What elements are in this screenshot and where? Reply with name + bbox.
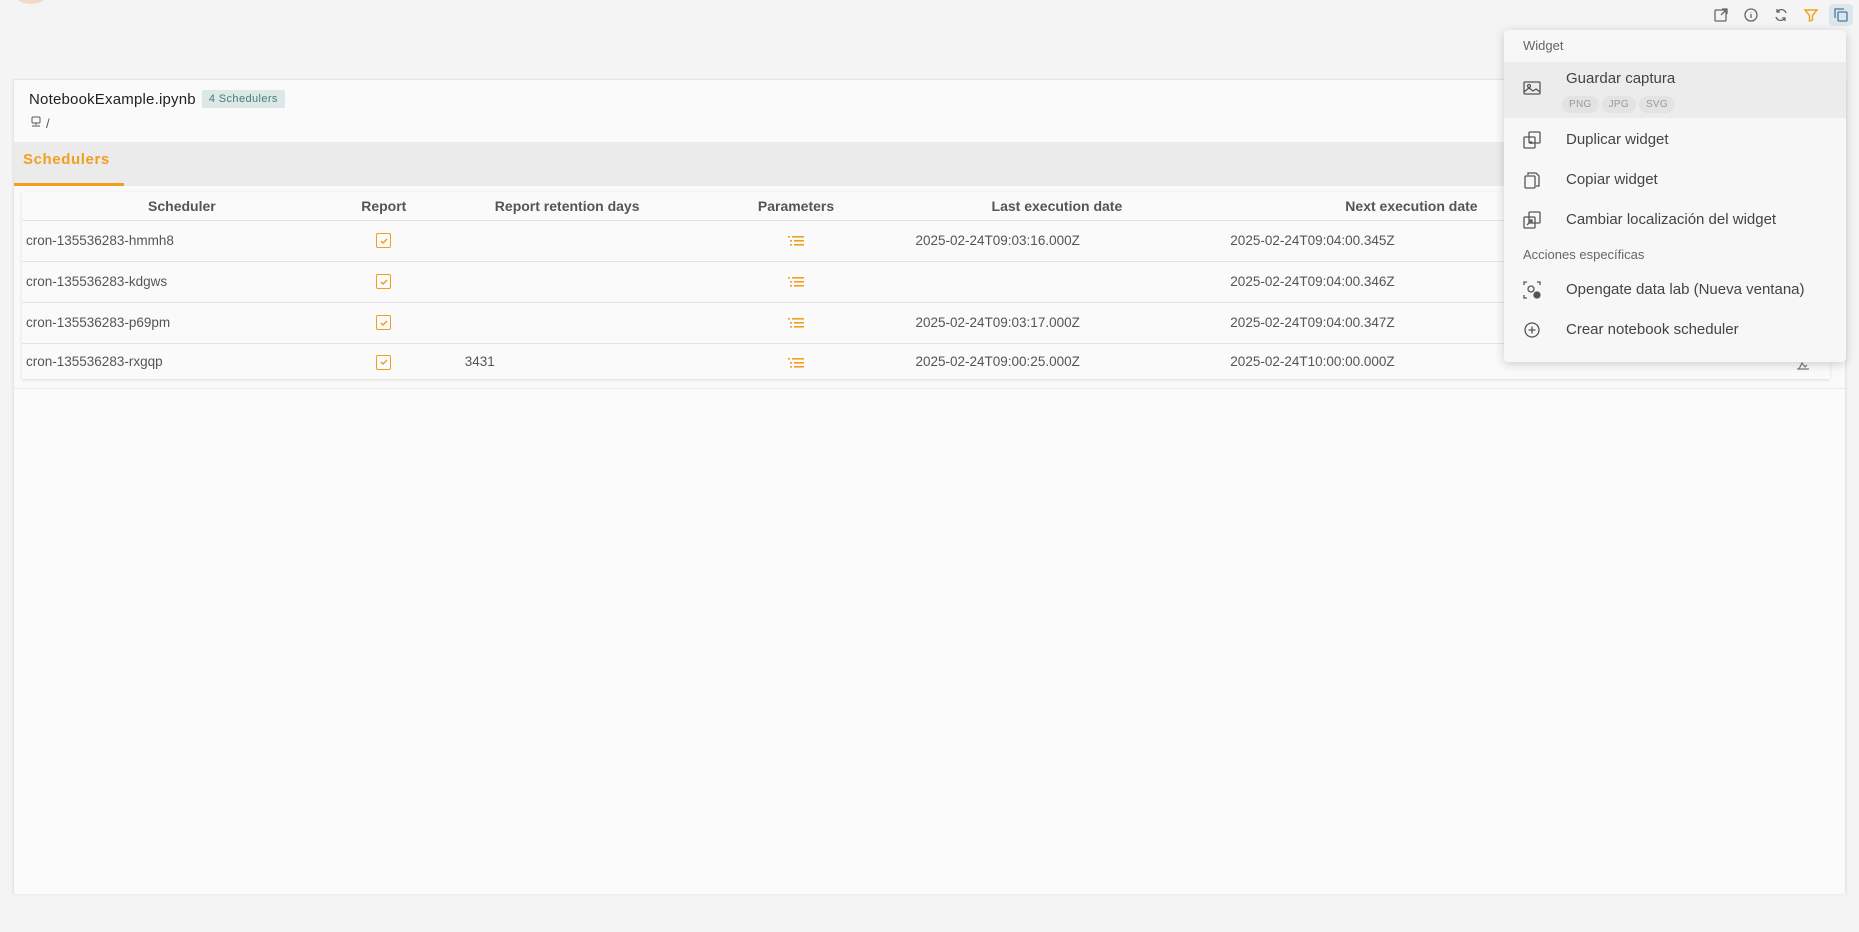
move-widget-icon xyxy=(1522,210,1542,230)
filter-icon[interactable] xyxy=(1799,4,1823,26)
report-checkbox[interactable] xyxy=(376,354,392,370)
duplicate-icon xyxy=(1522,130,1542,150)
col-header-last-execution[interactable]: Last execution date xyxy=(883,192,1230,220)
widget-content-area xyxy=(14,388,1845,894)
menu-section-widget: Widget xyxy=(1523,38,1564,53)
cell-scheduler: cron-135536283-rxgqp xyxy=(22,342,342,380)
path-breadcrumb: / xyxy=(30,116,50,131)
report-checkbox[interactable] xyxy=(376,315,392,331)
menu-item-create-scheduler[interactable]: Crear notebook scheduler xyxy=(1504,312,1846,348)
info-icon[interactable] xyxy=(1739,4,1763,26)
menu-item-label: Guardar captura xyxy=(1566,70,1676,87)
col-header-report[interactable]: Report xyxy=(342,192,426,220)
path-text[interactable]: / xyxy=(46,116,50,131)
menu-item-duplicate[interactable]: Duplicar widget xyxy=(1504,122,1846,158)
parameters-list-icon[interactable] xyxy=(788,233,805,248)
copy-icon xyxy=(1522,170,1542,190)
widget-options-menu: Widget Guardar captura PNG JPG SVG Dupli… xyxy=(1504,30,1846,362)
cell-scheduler: cron-135536283-kdgws xyxy=(22,260,342,302)
format-jpg-button[interactable]: JPG xyxy=(1601,96,1636,113)
widget-title: NotebookExample.ipynb xyxy=(29,90,196,108)
add-circle-icon xyxy=(1522,320,1542,340)
menu-item-change-location[interactable]: Cambiar localización del widget xyxy=(1504,202,1846,238)
widget-toolbar xyxy=(1709,4,1853,26)
col-header-scheduler[interactable]: Scheduler xyxy=(22,192,342,220)
widget-header: NotebookExample.ipynb 4 Schedulers xyxy=(29,90,285,108)
network-folder-icon xyxy=(30,116,42,131)
report-checkbox[interactable] xyxy=(376,274,392,290)
menu-item-label: Crear notebook scheduler xyxy=(1566,321,1739,338)
cell-scheduler: cron-135536283-hmmh8 xyxy=(22,219,342,261)
cell-retention: 3431 xyxy=(425,342,709,380)
cell-last-execution xyxy=(883,260,1231,302)
tab-schedulers[interactable]: Schedulers xyxy=(14,142,124,186)
scheduler-count-badge: 4 Schedulers xyxy=(201,90,285,108)
menu-item-label: Duplicar widget xyxy=(1566,131,1669,148)
menu-item-label: Cambiar localización del widget xyxy=(1566,211,1777,228)
format-svg-button[interactable]: SVG xyxy=(1638,96,1675,113)
menu-item-save-capture[interactable]: Guardar captura PNG JPG SVG xyxy=(1504,62,1846,118)
cell-last-execution: 2025-02-24T09:00:25.000Z xyxy=(883,342,1231,380)
col-header-retention[interactable]: Report retention days xyxy=(426,192,709,220)
format-options: PNG JPG SVG xyxy=(1562,96,1675,113)
image-icon xyxy=(1522,78,1542,98)
parameters-list-icon[interactable] xyxy=(788,315,805,330)
parameters-list-icon[interactable] xyxy=(788,354,805,369)
cell-retention xyxy=(425,219,709,261)
format-png-button[interactable]: PNG xyxy=(1562,96,1599,113)
cell-retention xyxy=(425,260,709,302)
open-external-icon[interactable] xyxy=(1709,4,1733,26)
cell-scheduler: cron-135536283-p69pm xyxy=(22,301,342,343)
col-header-parameters[interactable]: Parameters xyxy=(709,192,884,220)
menu-item-label: Opengate data lab (Nueva ventana) xyxy=(1566,281,1805,298)
user-avatar[interactable] xyxy=(14,0,48,4)
data-lab-icon xyxy=(1522,280,1542,300)
cell-last-execution: 2025-02-24T09:03:17.000Z xyxy=(883,301,1231,343)
refresh-icon[interactable] xyxy=(1769,4,1793,26)
cell-last-execution: 2025-02-24T09:03:16.000Z xyxy=(883,219,1231,261)
menu-item-copy[interactable]: Copiar widget xyxy=(1504,162,1846,198)
parameters-list-icon[interactable] xyxy=(788,274,805,289)
report-checkbox[interactable] xyxy=(376,233,392,249)
cell-retention xyxy=(425,301,709,343)
menu-item-open-data-lab[interactable]: Opengate data lab (Nueva ventana) xyxy=(1504,272,1846,308)
menu-section-specific: Acciones específicas xyxy=(1523,247,1645,262)
menu-item-label: Copiar widget xyxy=(1566,171,1658,188)
widget-menu-icon[interactable] xyxy=(1829,4,1853,26)
